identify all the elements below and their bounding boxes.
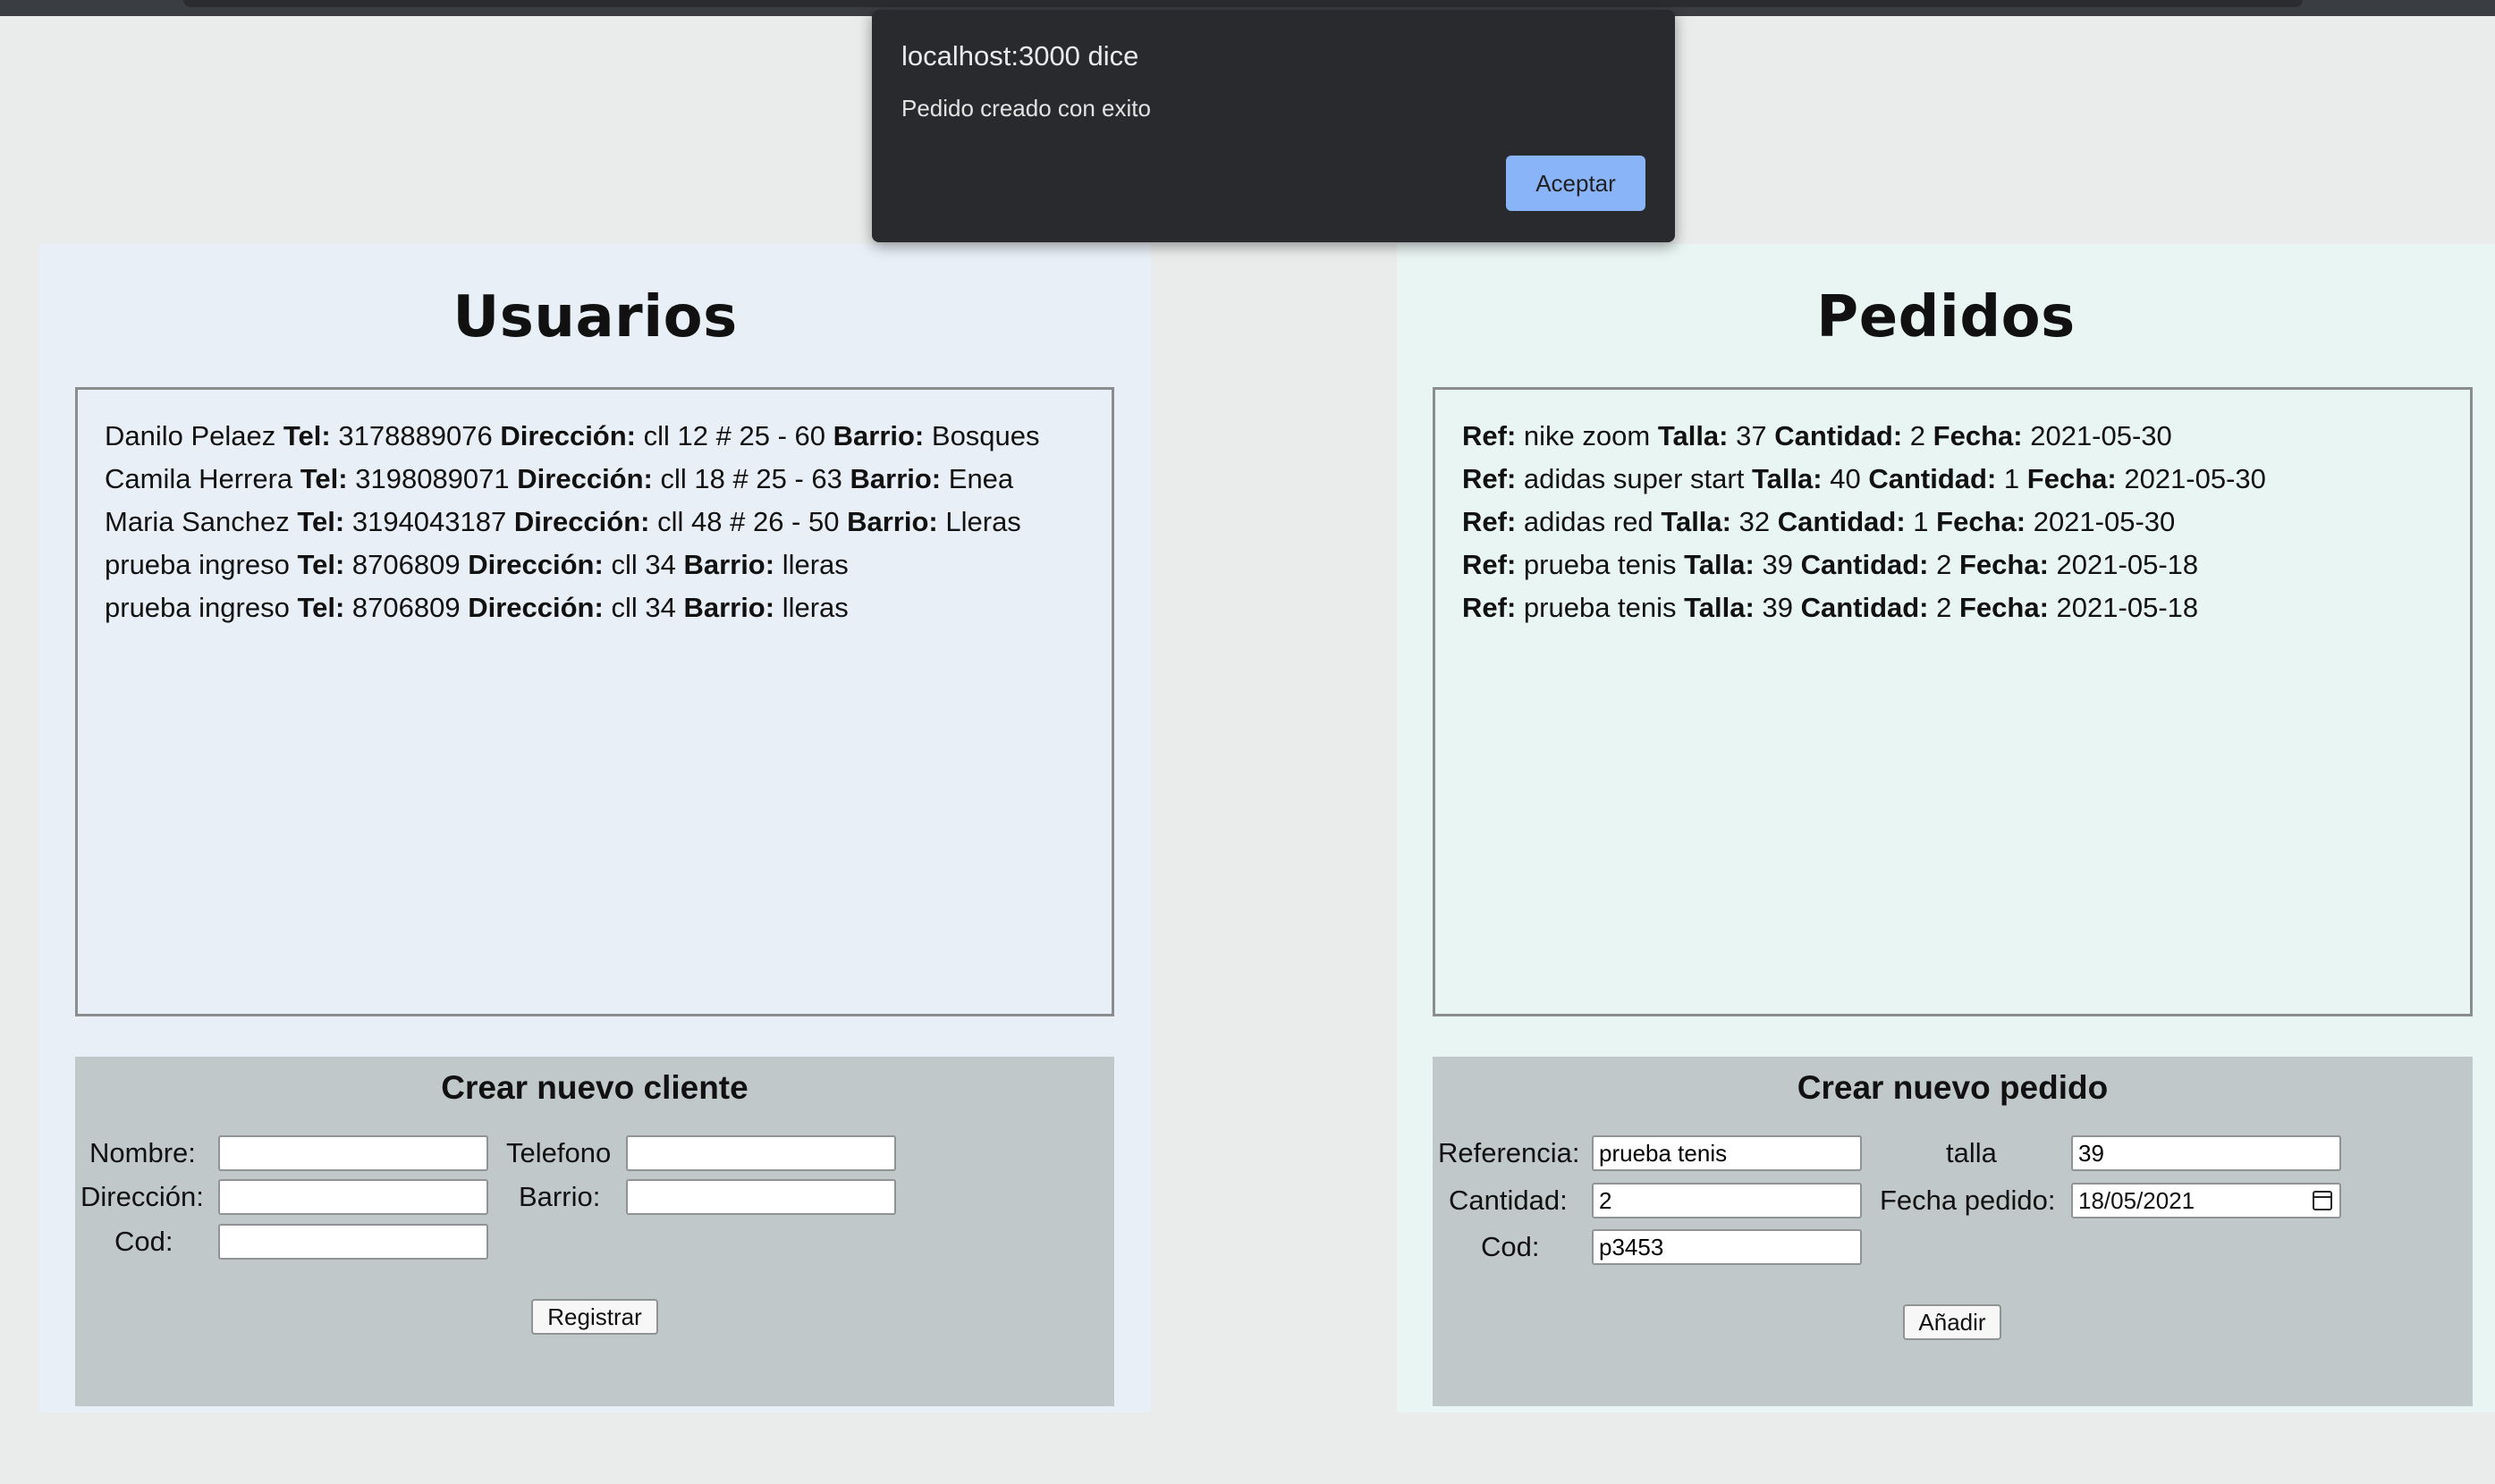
barrio-input[interactable] bbox=[626, 1179, 896, 1215]
orders-title: Pedidos bbox=[1816, 284, 2076, 350]
cod-label: Cod: bbox=[114, 1226, 173, 1257]
create-client-title: Crear nuevo cliente bbox=[441, 1069, 748, 1106]
telefono-input[interactable] bbox=[626, 1135, 896, 1171]
nombre-label: Nombre: bbox=[89, 1137, 196, 1168]
order-row: Ref: adidas super start Talla: 40 Cantid… bbox=[1462, 463, 2266, 494]
direccion-input[interactable] bbox=[218, 1179, 488, 1215]
cod-input[interactable] bbox=[1592, 1229, 1862, 1265]
fecha-pedido-label: Fecha pedido: bbox=[1880, 1185, 2056, 1216]
barrio-label: Barrio: bbox=[519, 1181, 601, 1212]
cod-input[interactable] bbox=[218, 1224, 488, 1260]
registrar-button[interactable]: Registrar bbox=[531, 1299, 658, 1335]
user-row: Danilo Pelaez Tel: 3178889076 Dirección:… bbox=[105, 420, 1040, 451]
create-order-title: Crear nuevo pedido bbox=[1797, 1069, 2109, 1106]
users-list: Danilo Pelaez Tel: 3178889076 Dirección:… bbox=[75, 387, 1114, 1016]
dialog-title: localhost:3000 dice bbox=[901, 40, 1139, 72]
orders-panel: Pedidos Ref: nike zoom Talla: 37 Cantida… bbox=[1397, 244, 2495, 1412]
direccion-label: Dirección: bbox=[80, 1181, 204, 1212]
users-title: Usuarios bbox=[452, 284, 738, 350]
create-order-form: Crear nuevo pedido Referencia: talla Can… bbox=[1433, 1057, 2473, 1406]
referencia-label: Referencia: bbox=[1438, 1137, 1580, 1168]
create-client-form: Crear nuevo cliente Nombre: Telefono Dir… bbox=[75, 1057, 1114, 1406]
fecha-pedido-input[interactable]: 18/05/2021 bbox=[2071, 1183, 2341, 1218]
user-row: prueba ingreso Tel: 8706809 Dirección: c… bbox=[105, 592, 849, 623]
order-row: Ref: prueba tenis Talla: 39 Cantidad: 2 … bbox=[1462, 549, 2199, 580]
fecha-pedido-value: 18/05/2021 bbox=[2078, 1187, 2195, 1214]
order-row: Ref: adidas red Talla: 32 Cantidad: 1 Fe… bbox=[1462, 506, 2176, 537]
aceptar-button[interactable]: Aceptar bbox=[1506, 156, 1645, 211]
talla-input[interactable] bbox=[2071, 1135, 2341, 1171]
calendar-icon[interactable] bbox=[2313, 1191, 2332, 1210]
users-panel: Usuarios Danilo Pelaez Tel: 3178889076 D… bbox=[39, 244, 1151, 1412]
order-row: Ref: prueba tenis Talla: 39 Cantidad: 2 … bbox=[1462, 592, 2199, 623]
telefono-label: Telefono bbox=[506, 1137, 612, 1168]
cod-label: Cod: bbox=[1481, 1231, 1540, 1262]
browser-tab-strip bbox=[183, 0, 2303, 7]
dialog-message: Pedido creado con exito bbox=[901, 95, 1151, 122]
cantidad-label: Cantidad: bbox=[1449, 1185, 1568, 1216]
referencia-input[interactable] bbox=[1592, 1135, 1862, 1171]
orders-list: Ref: nike zoom Talla: 37 Cantidad: 2 Fec… bbox=[1433, 387, 2473, 1016]
talla-label: talla bbox=[1946, 1137, 1997, 1168]
nombre-input[interactable] bbox=[218, 1135, 488, 1171]
user-row: prueba ingreso Tel: 8706809 Dirección: c… bbox=[105, 549, 849, 580]
user-row: Maria Sanchez Tel: 3194043187 Dirección:… bbox=[105, 506, 1021, 537]
order-row: Ref: nike zoom Talla: 37 Cantidad: 2 Fec… bbox=[1462, 420, 2172, 451]
anadir-button[interactable]: Añadir bbox=[1903, 1304, 2001, 1340]
user-row: Camila Herrera Tel: 3198089071 Dirección… bbox=[105, 463, 1014, 494]
cantidad-input[interactable] bbox=[1592, 1183, 1862, 1218]
alert-dialog: localhost:3000 dice Pedido creado con ex… bbox=[872, 10, 1675, 242]
